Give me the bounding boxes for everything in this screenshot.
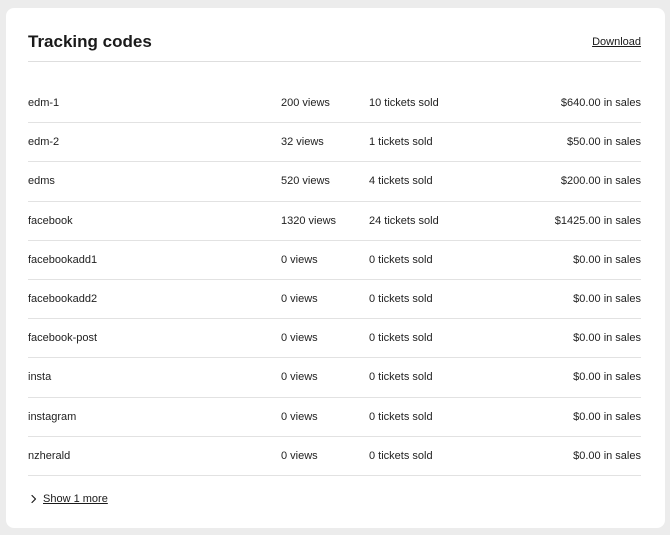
table-row: facebookadd1 0 views 0 tickets sold $0.0… xyxy=(28,241,641,280)
chevron-right-icon xyxy=(30,494,38,504)
sales-amount: $0.00 in sales xyxy=(573,449,641,462)
tracking-code-name: facebookadd2 xyxy=(28,292,98,305)
table-row: edms 520 views 4 tickets sold $200.00 in… xyxy=(28,162,641,202)
sales-amount: $0.00 in sales xyxy=(573,292,641,305)
card-header: Tracking codes Download xyxy=(28,32,641,62)
tracking-code-name: edms xyxy=(28,175,55,188)
tickets-sold: 1 tickets sold xyxy=(369,136,433,149)
row-divider xyxy=(28,474,641,476)
tickets-sold: 0 tickets sold xyxy=(369,449,433,462)
tracking-code-name: edm-2 xyxy=(28,136,60,149)
tickets-sold: 10 tickets sold xyxy=(369,97,439,109)
tracking-code-name: instagram xyxy=(28,410,77,423)
views-count: 0 views xyxy=(281,449,318,462)
show-more-label: Show 1 more xyxy=(43,493,108,505)
table-row: facebookadd2 0 views 0 tickets sold $0.0… xyxy=(28,280,641,320)
sales-amount: $50.00 in sales xyxy=(567,136,641,149)
tickets-sold: 0 tickets sold xyxy=(369,371,433,384)
sales-amount: $0.00 in sales xyxy=(573,371,641,384)
views-count: 1320 views xyxy=(281,214,337,227)
sales-amount: $0.00 in sales xyxy=(573,410,641,423)
table-row: insta 0 views 0 tickets sold $0.00 in sa… xyxy=(28,358,641,398)
views-count: 0 views xyxy=(281,332,318,345)
table-row: facebook 1320 views 24 tickets sold $142… xyxy=(28,202,641,241)
tracking-code-name: facebook-post xyxy=(28,332,98,345)
download-link[interactable]: Download xyxy=(592,35,641,49)
tickets-sold: 0 tickets sold xyxy=(369,253,433,266)
tracking-code-name: nzherald xyxy=(28,449,71,462)
tickets-sold: 0 tickets sold xyxy=(369,292,433,305)
table-row: facebook-post 0 views 0 tickets sold $0.… xyxy=(28,319,641,359)
tracking-codes-list: edm-1 200 views 10 tickets sold $640.00 … xyxy=(28,84,641,476)
sales-amount: $1425.00 in sales xyxy=(554,214,641,227)
card-title: Tracking codes xyxy=(28,32,152,51)
sales-amount: $0.00 in sales xyxy=(573,332,641,345)
tracking-codes-card: Tracking codes Download edm-1 200 views … xyxy=(6,8,665,528)
header-divider xyxy=(28,61,641,62)
table-row: edm-2 32 views 1 tickets sold $50.00 in … xyxy=(28,123,641,163)
tracking-code-name: facebookadd1 xyxy=(28,253,98,266)
table-row: instagram 0 views 0 tickets sold $0.00 i… xyxy=(28,398,641,437)
views-count: 520 views xyxy=(281,175,330,188)
views-count: 0 views xyxy=(281,292,318,305)
views-count: 0 views xyxy=(281,371,318,384)
tickets-sold: 0 tickets sold xyxy=(369,332,433,345)
tickets-sold: 0 tickets sold xyxy=(369,410,433,423)
tickets-sold: 24 tickets sold xyxy=(369,214,439,227)
tracking-code-name: insta xyxy=(28,371,52,384)
tracking-code-name: edm-1 xyxy=(28,97,60,109)
table-row: edm-1 200 views 10 tickets sold $640.00 … xyxy=(28,84,641,124)
views-count: 0 views xyxy=(281,253,318,266)
sales-amount: $0.00 in sales xyxy=(573,253,641,266)
views-count: 200 views xyxy=(281,97,330,109)
show-more-button[interactable]: Show 1 more xyxy=(30,491,108,507)
views-count: 0 views xyxy=(281,410,318,423)
views-count: 32 views xyxy=(281,136,324,149)
tickets-sold: 4 tickets sold xyxy=(369,175,433,188)
sales-amount: $200.00 in sales xyxy=(560,175,641,188)
sales-amount: $640.00 in sales xyxy=(560,97,641,109)
tracking-code-name: facebook xyxy=(28,214,73,227)
table-row: nzherald 0 views 0 tickets sold $0.00 in… xyxy=(28,437,641,476)
